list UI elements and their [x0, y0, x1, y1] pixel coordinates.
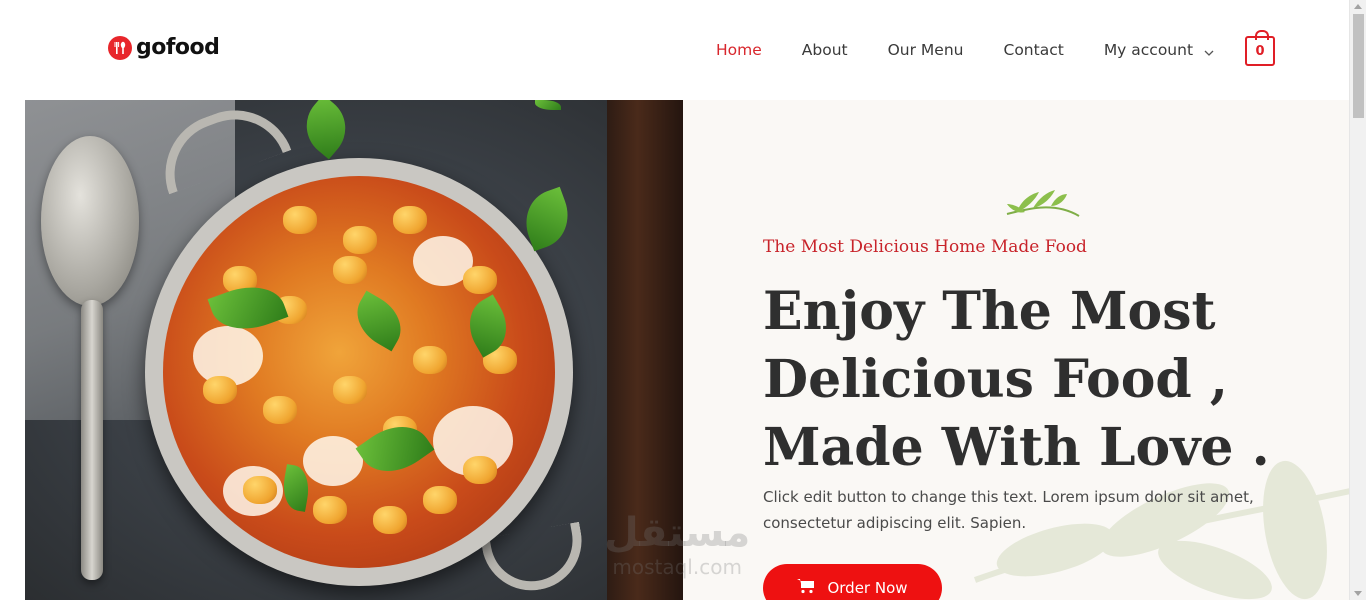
chevron-down-icon	[1204, 39, 1214, 63]
nav-our-menu[interactable]: Our Menu	[888, 38, 964, 62]
hero-food-image	[25, 100, 683, 600]
nav-my-account-label: My account	[1103, 41, 1194, 59]
skillet	[145, 158, 573, 586]
basil-leaf	[535, 100, 561, 110]
cart-icon	[797, 578, 815, 598]
brand-logo[interactable]: gofood	[108, 35, 220, 60]
cart-button[interactable]: 0	[1245, 30, 1275, 66]
herb-sprig-icon	[1005, 186, 1081, 225]
site-header: gofood Home About Our Menu Contact My ac…	[0, 0, 1349, 100]
spoon-handle	[81, 300, 103, 580]
nav-about[interactable]: About	[802, 38, 848, 62]
hero-headline: Enjoy The Most Delicious Food , Made Wit…	[763, 281, 1270, 478]
vertical-scrollbar[interactable]	[1349, 0, 1366, 600]
order-now-label: Order Now	[827, 579, 908, 597]
fork-spoon-icon	[108, 35, 132, 60]
nav-my-account[interactable]: My account	[1104, 38, 1214, 63]
watermark-latin: mostaql.com	[612, 555, 742, 579]
basil-leaf	[293, 100, 359, 160]
scroll-down-arrow-icon[interactable]	[1354, 591, 1362, 596]
gnocchi-dish	[163, 176, 555, 568]
scroll-up-arrow-icon[interactable]	[1354, 4, 1362, 9]
watermark: مستقل mostaql.com	[604, 510, 750, 578]
spoon-icon	[41, 136, 139, 306]
hero-tagline: The Most Delicious Home Made Food	[763, 237, 1087, 257]
hero-description: Click edit button to change this text. L…	[763, 488, 1254, 532]
order-now-button[interactable]: Order Now	[763, 564, 942, 600]
nav-home[interactable]: Home	[716, 38, 762, 62]
nav-contact[interactable]: Contact	[1004, 38, 1064, 62]
watermark-arabic: مستقل	[604, 510, 751, 556]
brand-name: gofood	[136, 35, 220, 60]
scroll-thumb[interactable]	[1353, 14, 1364, 118]
main-nav: Home About Our Menu Contact My account	[716, 38, 1254, 63]
cart-count: 0	[1255, 43, 1265, 59]
